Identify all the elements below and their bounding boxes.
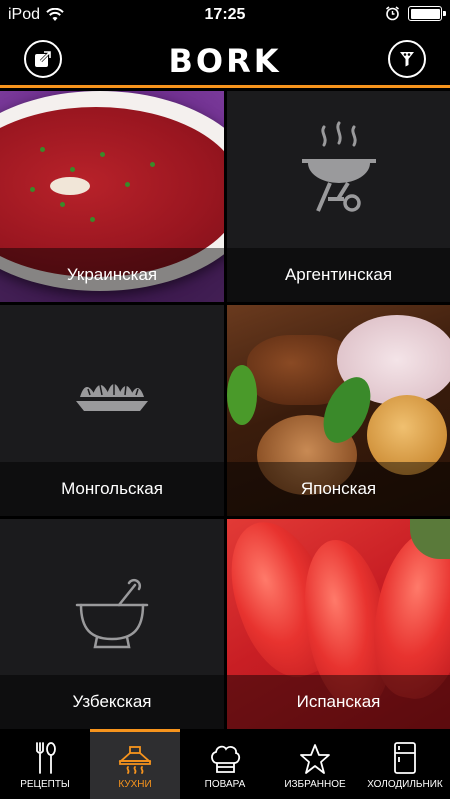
cuisine-tile-japanese[interactable]: Японская xyxy=(227,305,450,516)
dumplings-icon xyxy=(76,383,148,411)
tab-label: КУХНИ xyxy=(118,779,152,790)
tab-kitchens[interactable]: КУХНИ xyxy=(90,729,180,799)
cuisine-label: Узбекская xyxy=(0,675,224,729)
battery-fill xyxy=(410,8,440,19)
cuisine-label: Испанская xyxy=(227,675,450,729)
cutlery-icon xyxy=(36,742,56,774)
cuisine-tile-ukrainian[interactable]: Украинская xyxy=(0,91,224,302)
tab-bar: РЕЦЕПТЫ КУХНИ ПОВАРА ИЗБРАННОЕ ХОЛОДИЛЬН… xyxy=(0,729,450,799)
filter-button[interactable] xyxy=(388,40,426,78)
cuisine-grid: Украинская Аргентинская Монгольская Япон… xyxy=(0,91,450,729)
tab-label: ХОЛОДИЛЬНИК xyxy=(367,779,443,790)
cuisine-tile-mongolian[interactable]: Монгольская xyxy=(0,305,224,516)
star-icon xyxy=(300,744,330,774)
tab-favorites[interactable]: ИЗБРАННОЕ xyxy=(270,729,360,799)
tab-recipes[interactable]: РЕЦЕПТЫ xyxy=(0,729,90,799)
kitchen-hood-icon xyxy=(118,746,152,774)
cuisine-label: Японская xyxy=(227,462,450,516)
app-header: BORK xyxy=(0,30,450,88)
filter-icon xyxy=(400,52,414,67)
tab-label: ПОВАРА xyxy=(204,779,246,790)
status-time: 17:25 xyxy=(204,6,246,23)
alarm-icon xyxy=(386,6,399,21)
cuisine-label: Украинская xyxy=(0,248,224,302)
cuisine-label: Монгольская xyxy=(0,462,224,516)
battery-icon xyxy=(408,6,446,21)
bork-logo: BORK xyxy=(168,42,282,80)
tab-label: РЕЦЕПТЫ xyxy=(20,779,70,790)
tab-fridge[interactable]: ХОЛОДИЛЬНИК xyxy=(360,729,450,799)
chef-hat-icon xyxy=(211,745,241,773)
cuisine-tile-uzbek[interactable]: Узбекская xyxy=(0,519,224,729)
status-bar: iPod 17:25 xyxy=(0,0,450,30)
mortar-icon xyxy=(75,578,149,649)
cuisine-label: Аргентинская xyxy=(227,248,450,302)
fridge-icon xyxy=(394,742,416,774)
cuisine-tile-argentinian[interactable]: Аргентинская xyxy=(227,91,450,302)
grill-icon xyxy=(301,121,376,212)
tab-label: ИЗБРАННОЕ xyxy=(284,779,346,790)
cuisine-tile-spanish[interactable]: Испанская xyxy=(227,519,450,729)
status-right xyxy=(385,6,446,21)
tab-chefs[interactable]: ПОВАРА xyxy=(180,729,270,799)
